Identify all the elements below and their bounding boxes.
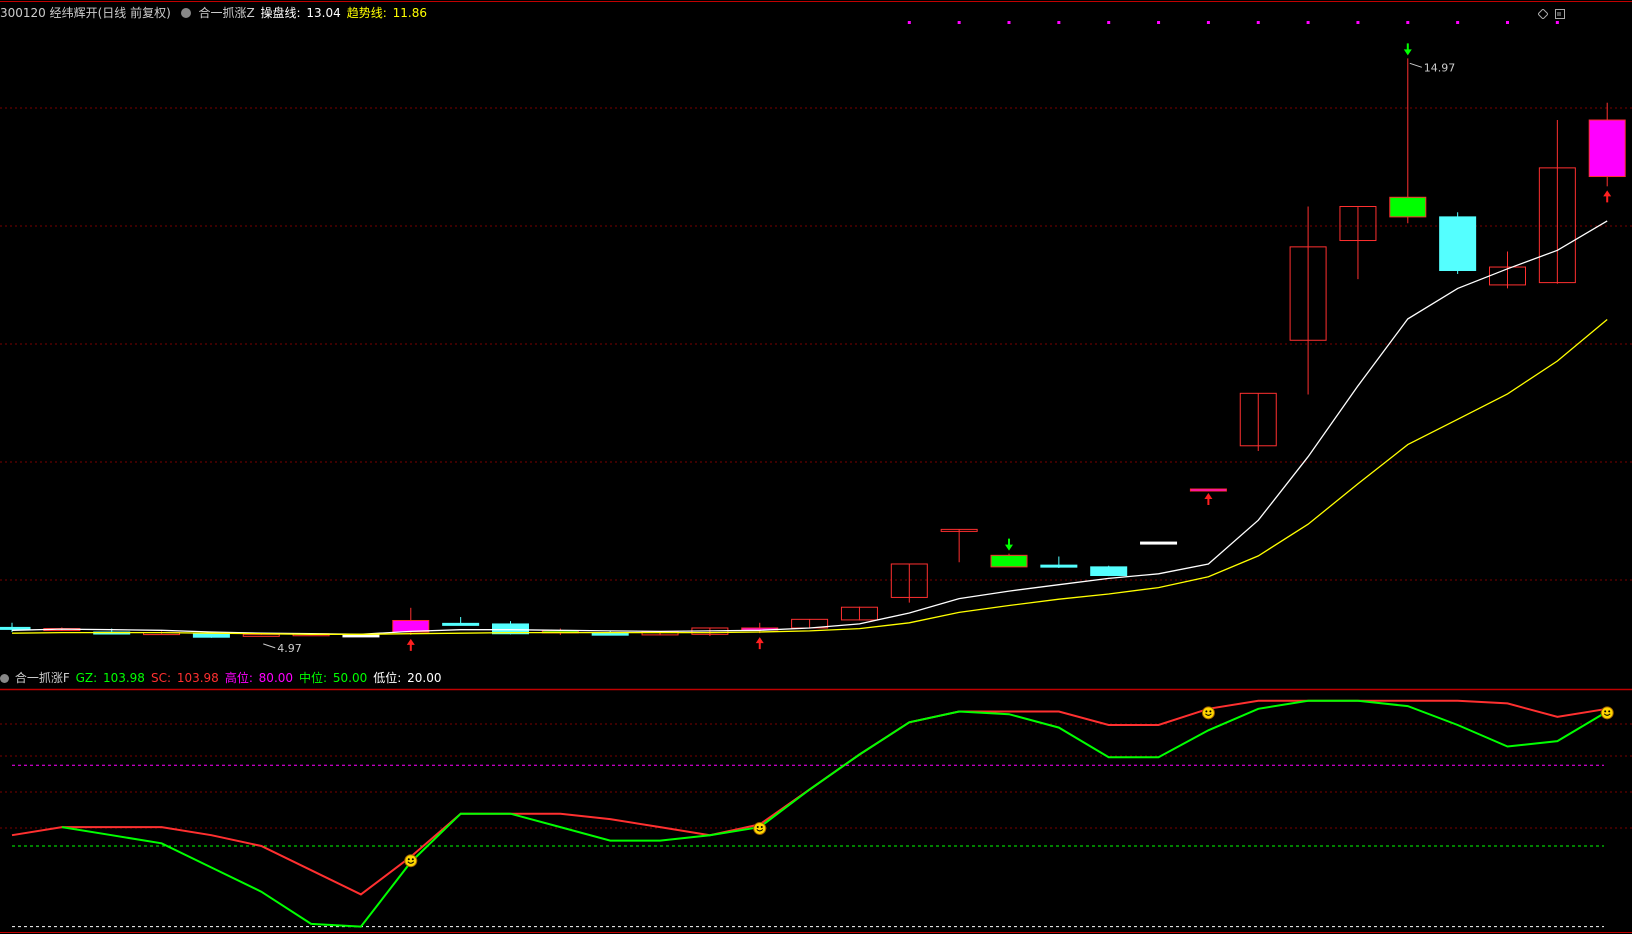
top-marker-9 [1356,21,1360,24]
smiley-icon-0 [404,854,418,868]
candle-body-22 [1040,564,1078,568]
candle-body-21 [990,554,1028,568]
top-marker-4 [1107,21,1111,24]
top-marker-10 [1406,21,1410,24]
smiley-eye-left-0 [407,858,410,861]
candle-body-23 [1090,566,1128,577]
candle-body-13 [591,632,629,636]
top-marker-13 [1555,21,1559,24]
down-arrow-1 [1403,43,1412,56]
candle-body-9 [392,619,430,633]
smiley-eye-left-2 [1205,710,1208,713]
up-arrow-0 [406,638,415,651]
annotation-pointer-1 [1409,62,1422,68]
top-marker-2 [1007,21,1011,24]
top-marker-0 [907,21,911,24]
candle-body-1 [0,626,31,630]
main-series-line-1 [11,319,1608,635]
up-arrow-2 [1204,493,1213,506]
smiley-icon-2 [1201,706,1215,720]
top-marker-11 [1456,21,1460,24]
up-arrow-3 [1603,190,1612,203]
top-marker-3 [1057,21,1061,24]
top-marker-12 [1506,21,1509,24]
top-marker-5 [1157,21,1161,24]
candle-body-10 [442,622,480,626]
candle-body-29 [1389,196,1427,218]
annotation-label-0: 4.97 [277,642,302,655]
up-arrow-1 [755,637,764,650]
candle-body-30 [1439,216,1477,272]
smiley-eye-right-1 [760,825,763,828]
top-marker-6 [1206,21,1210,24]
smiley-eye-left-1 [756,825,759,828]
candle-body-25 [1189,488,1227,492]
smiley-icon-3 [1600,706,1614,720]
candle-body-24 [1140,541,1178,545]
smiley-eye-left-3 [1604,710,1607,713]
candle-body-6 [242,633,280,637]
main-series-line-0 [11,220,1608,635]
smiley-icon-1 [753,821,767,835]
down-arrow-0 [1005,538,1013,551]
sub-series-line-SC [11,699,1608,896]
stock-chart[interactable]: 4.97 14.97 [0,0,1632,934]
candle-body-33 [1588,119,1626,178]
annotation-pointer-0 [263,643,276,649]
annotation-label-1: 14.97 [1424,61,1456,74]
smiley-eye-right-0 [411,858,414,861]
smiley-eye-right-2 [1209,710,1212,713]
candle-body-8 [342,634,380,638]
top-marker-8 [1306,21,1310,24]
smiley-eye-right-3 [1608,710,1611,713]
sub-series-line-GZ [61,699,1608,928]
top-marker-1 [957,21,961,24]
top-marker-7 [1256,21,1260,24]
